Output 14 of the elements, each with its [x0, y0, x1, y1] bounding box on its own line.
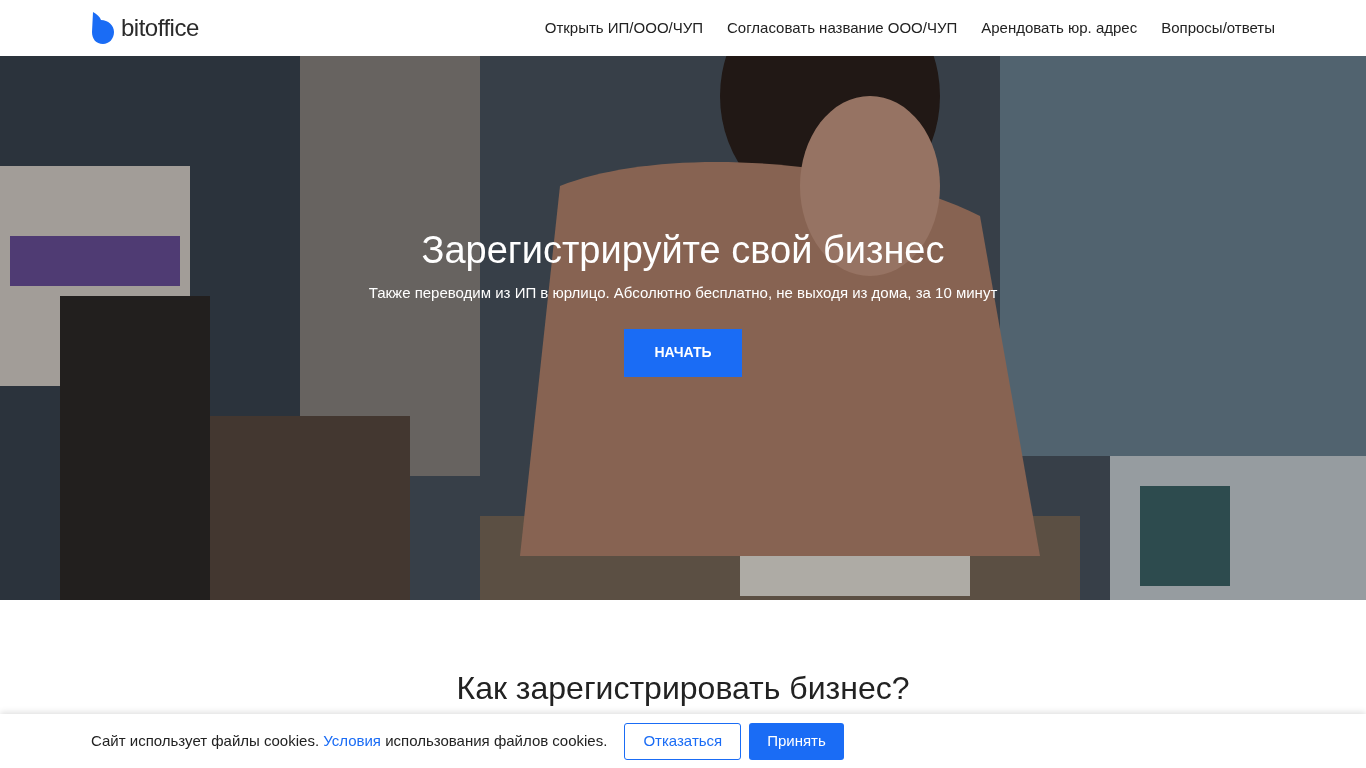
nav-link[interactable]: Арендовать юр. адрес: [981, 16, 1138, 40]
logo-icon: [91, 12, 115, 44]
hero-title: Зарегистрируйте свой бизнес: [421, 228, 945, 272]
nav-link[interactable]: Согласовать название ООО/ЧУП: [727, 16, 958, 40]
accept-button[interactable]: Принять: [749, 722, 844, 760]
start-button[interactable]: НАЧАТЬ: [624, 328, 742, 377]
nav-link[interactable]: Вопросы/ответы: [1161, 16, 1275, 40]
terms-link[interactable]: Условия: [323, 731, 381, 749]
cookie-notice: Сайт использует файлы cookies. Условия использования файлов cookies.: [91, 730, 608, 751]
logo-text[interactable]: bitoffice: [121, 10, 199, 46]
hero-subtitle: Также переводим из ИП в юрлицо. Абсолютно бесплатно, не выходя из дома, за 10 минут: [368, 283, 998, 303]
nav-link[interactable]: Открыть ИП/ООО/ЧУП: [544, 16, 704, 40]
section-title: Как зарегистрировать бизнес?: [456, 669, 910, 708]
decline-button[interactable]: Отказаться: [624, 722, 742, 760]
